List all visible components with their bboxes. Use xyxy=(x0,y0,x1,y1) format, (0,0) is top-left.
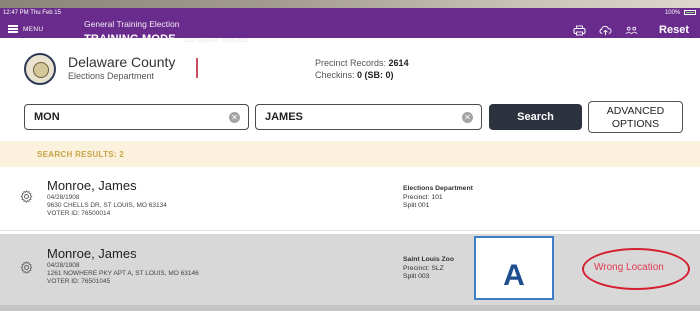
voter-id: VOTER ID: 76500014 xyxy=(47,210,111,217)
checkins-value: 0 (SB: 0) xyxy=(357,70,394,80)
menu-button[interactable]: MENU xyxy=(8,22,43,36)
precinct-records-line: Precinct Records: 2614 xyxy=(315,57,409,69)
county-name: Delaware County xyxy=(68,54,176,70)
split: Split 001 xyxy=(403,202,430,209)
location-name: Saint Louis Zoo xyxy=(403,256,454,263)
first-name-input[interactable] xyxy=(265,105,445,129)
reset-button[interactable]: Reset xyxy=(659,24,689,36)
checkins-label: Checkins: xyxy=(315,70,355,80)
voter-name: Monroe, James xyxy=(47,246,137,261)
status-bar: 12:47 PM Thu Feb 15 100% xyxy=(0,8,700,18)
header-divider xyxy=(196,58,198,78)
voter-location: Elections Department Precinct: 101 Split… xyxy=(403,185,473,211)
voter-details: 04/28/1908 1261 NOWHERE PKY APT A, ST LO… xyxy=(47,262,199,286)
last-name-input[interactable] xyxy=(34,105,214,129)
search-results-count: SEARCH RESULTS: 2 xyxy=(37,150,125,159)
voter-address: 1261 NOWHERE PKY APT A, ST LOUIS, MO 631… xyxy=(47,270,199,277)
gear-icon[interactable] xyxy=(20,260,33,275)
voter-name: Monroe, James xyxy=(47,178,137,193)
search-button[interactable]: Search xyxy=(489,104,582,130)
location-name: Elections Department xyxy=(403,185,473,192)
voter-row[interactable]: Monroe, James 04/28/1908 9630 CHELLS DR,… xyxy=(0,167,700,227)
checkins-line: Checkins: 0 (SB: 0) xyxy=(315,69,409,81)
precinct-records-value: 2614 xyxy=(388,58,409,68)
county-seal-logo xyxy=(24,53,56,85)
status-time: 12:47 PM Thu Feb 15 xyxy=(3,10,61,16)
clear-icon[interactable]: ✕ xyxy=(229,112,240,123)
voter-dob: 04/28/1908 xyxy=(47,194,80,201)
annotation-label-box: A xyxy=(474,236,554,300)
users-icon[interactable] xyxy=(625,25,638,36)
hamburger-icon xyxy=(8,25,18,33)
bottom-edge xyxy=(0,305,700,311)
voter-details: 04/28/1908 9630 CHELLS DR, ST LOUIS, MO … xyxy=(47,194,167,218)
search-results-bar: SEARCH RESULTS: 2 xyxy=(0,141,700,167)
department-name: Elections Department xyxy=(68,71,155,81)
printer-icon[interactable] xyxy=(573,25,586,36)
last-name-field[interactable]: ✕ xyxy=(24,104,249,130)
split: Split 003 xyxy=(403,273,430,280)
voter-location: Saint Louis Zoo Precinct: SLZ Split 003 xyxy=(403,256,454,282)
advanced-options-line1: ADVANCED xyxy=(606,105,665,117)
battery-icon xyxy=(684,9,696,15)
cloud-upload-icon[interactable] xyxy=(599,25,612,36)
battery-percent: 100% xyxy=(664,10,681,16)
clear-icon[interactable]: ✕ xyxy=(462,112,473,123)
app-screen: 12:47 PM Thu Feb 15 100% MENU General Tr… xyxy=(0,0,700,311)
gear-icon[interactable] xyxy=(20,189,33,204)
row-divider xyxy=(0,230,700,231)
training-mode-label: TRAINING MODE xyxy=(84,33,176,45)
mode-line: TRAINING MODE Last Imported: 12/25/2023 xyxy=(84,29,249,47)
top-bar: 12:47 PM Thu Feb 15 100% MENU General Tr… xyxy=(0,8,700,45)
annotation-circle xyxy=(582,248,690,290)
status-battery: 100% xyxy=(665,8,696,18)
voter-id: VOTER ID: 76501045 xyxy=(47,278,111,285)
election-name: General Training Election xyxy=(84,19,180,29)
precinct-stats: Precinct Records: 2614 Checkins: 0 (SB: … xyxy=(315,57,409,81)
top-icons xyxy=(573,25,638,36)
precinct: Precinct: 101 xyxy=(403,193,443,201)
last-imported: Last Imported: 12/25/2023 xyxy=(184,38,249,44)
first-name-field[interactable]: ✕ xyxy=(255,104,482,130)
precinct: Precinct: SLZ xyxy=(403,264,444,272)
advanced-options-button[interactable]: ADVANCED OPTIONS xyxy=(588,101,683,133)
advanced-options-line2: OPTIONS xyxy=(611,118,660,130)
header: Delaware County Elections Department Pre… xyxy=(0,48,700,92)
menu-label: MENU xyxy=(23,25,44,33)
precinct-records-label: Precinct Records: xyxy=(315,58,387,68)
voter-dob: 04/28/1908 xyxy=(47,262,80,269)
voter-address: 9630 CHELLS DR, ST LOUIS, MO 63134 xyxy=(47,202,167,209)
